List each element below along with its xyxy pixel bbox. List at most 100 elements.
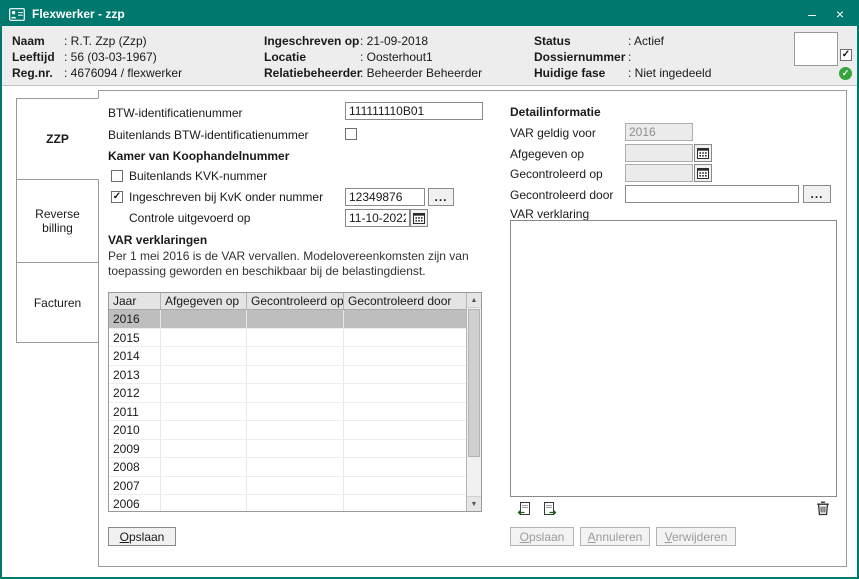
kvk-registered-checkbox[interactable]: ✓ [111, 191, 123, 203]
minimize-button[interactable]: – [799, 2, 825, 26]
var-geldig-label: VAR geldig voor [510, 126, 596, 140]
huidige-fase-value: : Niet ingedeeld [628, 66, 711, 80]
controle-calendar-button[interactable] [410, 209, 428, 227]
col-header-gecontroleerd-op[interactable]: Gecontroleerd op [247, 293, 344, 309]
var-table: Jaar Afgegeven op Gecontroleerd op Gecon… [108, 292, 482, 512]
close-button[interactable]: × [827, 2, 853, 26]
huidige-fase-label: Huidige fase [534, 66, 628, 80]
table-row[interactable]: 2006 [109, 495, 466, 511]
header-row: Status: Actief [534, 34, 664, 48]
foreign-kvk-checkbox[interactable] [111, 170, 123, 182]
document-export-icon [515, 502, 531, 517]
table-row[interactable]: 2015 [109, 329, 466, 348]
relatiebeheerder-value: : Beheerder Beheerder [360, 66, 482, 80]
table-row[interactable]: 2010 [109, 421, 466, 440]
gecontroleerd-op-calendar-button[interactable] [694, 164, 712, 182]
var-section-header: VAR verklaringen [108, 233, 207, 247]
table-row[interactable]: 2009 [109, 440, 466, 459]
app-icon [9, 8, 25, 21]
document-import-icon [543, 502, 559, 517]
ingeschreven-label: Ingeschreven op [264, 34, 360, 48]
table-row[interactable]: 2013 [109, 366, 466, 385]
document-out-button[interactable] [512, 500, 534, 518]
dossiernummer-label: Dossiernummer [534, 50, 628, 64]
table-scrollbar[interactable]: ▲ ▼ [466, 293, 481, 511]
document-in-button[interactable] [540, 500, 562, 518]
tab-zzp[interactable]: ZZP [16, 98, 99, 180]
gecontroleerd-door-input[interactable] [625, 185, 799, 203]
detail-section-header: Detailinformatie [510, 105, 601, 119]
locatie-value: : Oosterhout1 [360, 50, 433, 64]
regnr-value: : 4676094 / flexwerker [64, 66, 182, 80]
table-row[interactable]: 2007 [109, 477, 466, 496]
table-row-selected[interactable]: 2016 [109, 310, 466, 329]
foreign-btw-checkbox[interactable] [345, 128, 357, 140]
header-row: Naam: R.T. Zzp (Zzp) [12, 34, 147, 48]
photo-placeholder [794, 32, 838, 66]
dossiernummer-value: : [628, 50, 631, 64]
kvk-number-input[interactable] [345, 188, 425, 206]
afgegeven-label: Afgegeven op [510, 147, 584, 161]
kvk-browse-button[interactable]: ... [428, 188, 454, 206]
leeftijd-label: Leeftijd [12, 50, 64, 64]
tab-reverse-billing[interactable]: Reverse billing [16, 179, 99, 263]
table-row[interactable]: 2014 [109, 347, 466, 366]
flexwerker-window: Flexwerker - zzp – × Naam: R.T. Zzp (Zzp… [0, 0, 859, 579]
ingeschreven-value: : 21-09-2018 [360, 34, 428, 48]
header-row: Huidige fase: Niet ingedeeld [534, 66, 711, 80]
calendar-icon [697, 147, 709, 159]
table-row[interactable]: 2008 [109, 458, 466, 477]
var-notice-text: Per 1 mei 2016 is de VAR vervallen. Mode… [108, 249, 494, 279]
status-ok-icon: ✓ [839, 67, 852, 80]
naam-label: Naam [12, 34, 64, 48]
var-verklaring-textarea[interactable] [510, 220, 837, 497]
leeftijd-value: : 56 (03-03-1967) [64, 50, 157, 64]
trash-icon [816, 501, 830, 516]
status-value: : Actief [628, 34, 664, 48]
calendar-icon [697, 167, 709, 179]
titlebar: Flexwerker - zzp – × [2, 2, 857, 26]
status-label: Status [534, 34, 628, 48]
foreign-kvk-label: Buitenlands KVK-nummer [129, 169, 267, 183]
delete-button[interactable] [812, 499, 834, 518]
col-header-afgegeven[interactable]: Afgegeven op [161, 293, 247, 309]
controle-date-input[interactable] [345, 209, 410, 227]
person-info-header: Naam: R.T. Zzp (Zzp) Leeftijd: 56 (03-03… [2, 26, 857, 86]
annuleren-button[interactable]: Annuleren [580, 527, 650, 546]
check-icon: ✓ [842, 50, 850, 60]
gecontroleerd-door-browse-button[interactable]: ... [803, 185, 831, 203]
scroll-thumb[interactable] [468, 309, 480, 457]
afgegeven-calendar-button[interactable] [694, 144, 712, 162]
table-row[interactable]: 2012 [109, 384, 466, 403]
var-verklaring-label: VAR verklaring [510, 207, 589, 221]
locatie-label: Locatie [264, 50, 360, 64]
relatiebeheerder-label: Relatiebeheerder [264, 66, 360, 80]
regnr-label: Reg.nr. [12, 66, 64, 80]
tab-facturen[interactable]: Facturen [16, 262, 99, 343]
col-header-jaar[interactable]: Jaar [109, 293, 161, 309]
var-geldig-input[interactable] [625, 123, 693, 141]
opslaan-button-left[interactable]: Opslaan [108, 527, 176, 546]
calendar-icon [413, 212, 425, 224]
scroll-down-icon[interactable]: ▼ [467, 496, 481, 511]
opslaan-button[interactable]: Opslaan [510, 527, 574, 546]
window-title: Flexwerker - zzp [32, 7, 125, 21]
naam-value: : R.T. Zzp (Zzp) [64, 34, 147, 48]
kvk-registered-label: Ingeschreven bij KvK onder nummer [129, 190, 323, 204]
gecontroleerd-op-label: Gecontroleerd op [510, 167, 603, 181]
gecontroleerd-op-input[interactable] [625, 164, 693, 182]
btw-label: BTW-identificatienummer [108, 106, 242, 120]
verwijderen-button[interactable]: Verwijderen [656, 527, 736, 546]
col-header-gecontroleerd-door[interactable]: Gecontroleerd door [344, 293, 466, 309]
afgegeven-input[interactable] [625, 144, 693, 162]
check-icon: ✓ [113, 192, 121, 202]
kvk-section-header: Kamer van Koophandelnummer [108, 149, 289, 163]
var-table-body: 2016 2015 2014 2013 2012 2011 2010 2009 … [109, 310, 466, 511]
table-row[interactable]: 2011 [109, 403, 466, 422]
scroll-up-icon[interactable]: ▲ [467, 293, 481, 308]
header-row: Ingeschreven op: 21-09-2018 [264, 34, 428, 48]
header-row: Relatiebeheerder: Beheerder Beheerder [264, 66, 482, 80]
header-checkbox[interactable]: ✓ [840, 49, 852, 61]
gecontroleerd-door-label: Gecontroleerd door [510, 188, 613, 202]
btw-number-input[interactable] [345, 102, 483, 120]
